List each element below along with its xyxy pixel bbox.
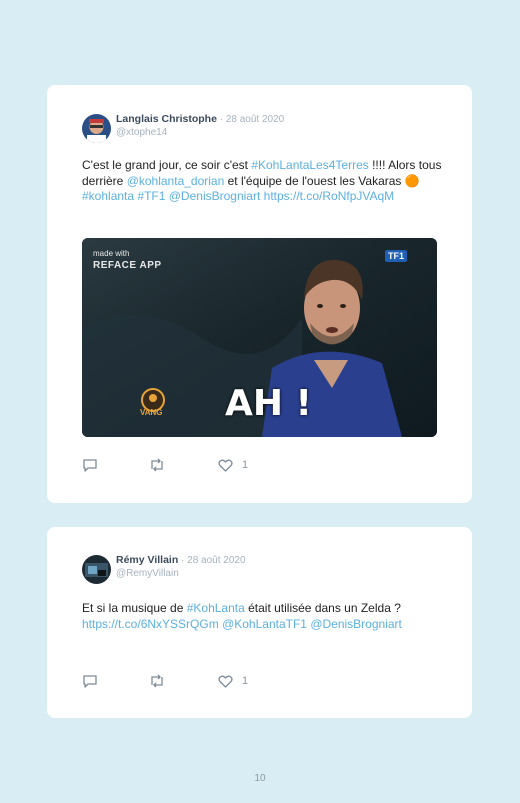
separator: · — [178, 555, 188, 566]
mention-link[interactable]: @DenisBrogniart — [169, 189, 261, 203]
retweet-icon — [151, 458, 163, 472]
tweet-date[interactable]: 28 août 2020 — [226, 114, 284, 125]
tf1-logo: TF1 — [384, 250, 407, 262]
like-icon — [218, 459, 233, 472]
reply-icon — [83, 459, 97, 472]
orange-circle-emoji: 🟠 — [404, 173, 420, 188]
hashtag-link[interactable]: #KohLantaLes4Terres — [251, 158, 368, 172]
tweet-header: Rémy Villain · 28 août 2020 @RemyVillain — [82, 554, 246, 584]
author-handle[interactable]: @RemyVillain — [116, 567, 246, 580]
retweet-button[interactable] — [149, 674, 165, 688]
text-segment: Et si la musique de — [82, 601, 187, 615]
page-number: 10 — [254, 773, 266, 784]
mention-link[interactable]: @KohLantaTF1 — [222, 617, 307, 631]
tweet-actions: 1 — [82, 458, 248, 472]
reply-button[interactable] — [82, 458, 98, 472]
like-count: 1 — [242, 459, 249, 471]
tweet-actions: 1 — [82, 674, 248, 688]
url-link[interactable]: https://t.co/6NxYSSrQGm — [82, 617, 219, 631]
tweet-card: Langlais Christophe · 28 août 2020 @xtop… — [47, 85, 472, 503]
gif-caption: AH ! — [225, 383, 312, 424]
hashtag-link[interactable]: #KohLanta — [187, 601, 245, 615]
reface-app-label: REFACE APP — [93, 260, 162, 271]
hashtag-link[interactable]: #TF1 — [137, 189, 165, 203]
text-segment: était utilisée dans un Zelda ? — [244, 601, 401, 615]
separator: · — [216, 114, 226, 125]
text-segment: et l'équipe de l'ouest les Vakaras — [224, 173, 405, 188]
tweet-card: Rémy Villain · 28 août 2020 @RemyVillain… — [47, 527, 472, 718]
vang-logo-text: VANG — [140, 408, 163, 417]
hashtag-link[interactable]: #kohlanta — [82, 189, 134, 203]
like-button[interactable]: 1 — [218, 459, 248, 472]
avatar[interactable] — [82, 555, 111, 584]
tweet-text: Et si la musique de #KohLanta était util… — [82, 601, 442, 632]
retweet-icon — [151, 674, 163, 688]
text-segment: C'est le grand jour, ce soir c'est — [82, 158, 252, 172]
avatar[interactable] — [82, 114, 111, 143]
tweet-date[interactable]: 28 août 2020 — [187, 555, 245, 566]
reply-icon — [83, 675, 97, 688]
like-button[interactable]: 1 — [218, 675, 248, 688]
tweet-text: C'est le grand jour, ce soir c'est #KohL… — [82, 158, 442, 205]
author-name[interactable]: Rémy Villain — [116, 554, 178, 566]
url-link[interactable]: https://t.co/RoNfpJVAqM — [264, 189, 395, 203]
reply-button[interactable] — [82, 674, 98, 688]
mention-link[interactable]: @kohlanta_dorian — [127, 174, 225, 188]
tweet-media-gif[interactable]: made with REFACE APP TF1 VANG AH ! — [82, 238, 437, 437]
author-handle[interactable]: @xtophe14 — [116, 126, 284, 139]
tweet-header: Langlais Christophe · 28 août 2020 @xtop… — [82, 113, 284, 143]
like-count: 1 — [242, 675, 249, 687]
like-icon — [218, 675, 233, 688]
mention-link[interactable]: @DenisBrogniart — [310, 617, 402, 631]
author-name[interactable]: Langlais Christophe — [116, 113, 217, 125]
made-with-label: made with — [93, 249, 130, 258]
retweet-button[interactable] — [149, 458, 165, 472]
